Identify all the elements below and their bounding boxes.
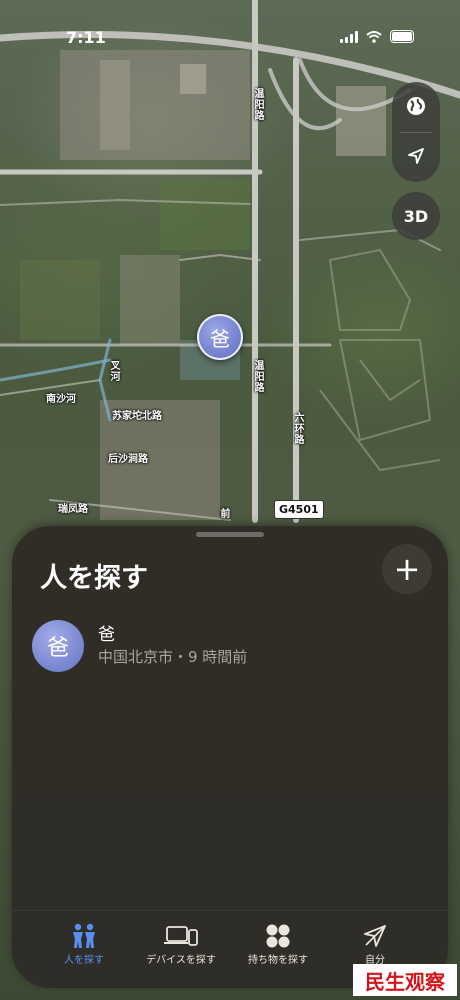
watermark: 民生观察 bbox=[353, 964, 457, 996]
person-name: 爸 bbox=[98, 625, 115, 645]
list-item[interactable]: 爸 爸 中国北京市・9 時間前 bbox=[32, 618, 432, 674]
person-location-time: 中国北京市・9 時間前 bbox=[98, 648, 248, 666]
devices-icon bbox=[164, 926, 198, 946]
status-time: 7:11 bbox=[66, 28, 106, 47]
cellular-signal-icon bbox=[340, 30, 358, 43]
road-label: 苏家坨北路 bbox=[112, 411, 162, 422]
tab-devices[interactable]: デバイスを探す bbox=[131, 921, 231, 966]
status-bar: 7:11 bbox=[0, 26, 460, 50]
highway-shield: G4501 bbox=[274, 500, 324, 519]
status-icons bbox=[340, 30, 414, 43]
people-sheet: 人を探す + 爸 爸 中国北京市・9 時間前 人を探す デバイスを探す 持ち物を… bbox=[12, 526, 448, 988]
tab-items[interactable]: 持ち物を探す bbox=[228, 921, 328, 966]
avatar: 爸 bbox=[32, 620, 84, 672]
battery-icon bbox=[390, 30, 414, 43]
people-icon bbox=[73, 923, 95, 948]
tab-label: 持ち物を探す bbox=[248, 955, 308, 966]
tab-label: 人を探す bbox=[64, 955, 104, 966]
add-person-button[interactable]: + bbox=[382, 544, 432, 594]
location-arrow-icon bbox=[408, 148, 424, 164]
sheet-grabber[interactable] bbox=[196, 532, 264, 537]
person-map-pin[interactable]: 爸 bbox=[197, 314, 243, 360]
tab-people[interactable]: 人を探す bbox=[34, 921, 134, 966]
road-label: 瑞凤路 bbox=[58, 504, 88, 515]
road-label: 南沙河 bbox=[46, 394, 76, 405]
map-3d-button[interactable]: 3D bbox=[392, 192, 440, 240]
globe-icon bbox=[407, 97, 425, 115]
wifi-icon bbox=[366, 30, 382, 43]
road-label: 叉河 bbox=[108, 360, 119, 382]
road-label: 后沙涧路 bbox=[108, 454, 148, 465]
road-label: 六环路 bbox=[292, 412, 303, 445]
me-icon bbox=[364, 925, 386, 947]
road-label: 温阳路 bbox=[252, 88, 263, 121]
map-style-button[interactable] bbox=[392, 82, 440, 130]
road-label: 温阳路 bbox=[252, 360, 263, 393]
sheet-title: 人を探す bbox=[40, 563, 148, 594]
map-control-stack bbox=[392, 82, 440, 182]
items-icon bbox=[266, 924, 290, 948]
road-label: 前 bbox=[218, 508, 229, 519]
tab-me[interactable]: 自分 bbox=[325, 921, 425, 966]
locate-me-button[interactable] bbox=[392, 132, 440, 180]
tab-label: デバイスを探す bbox=[146, 955, 216, 966]
